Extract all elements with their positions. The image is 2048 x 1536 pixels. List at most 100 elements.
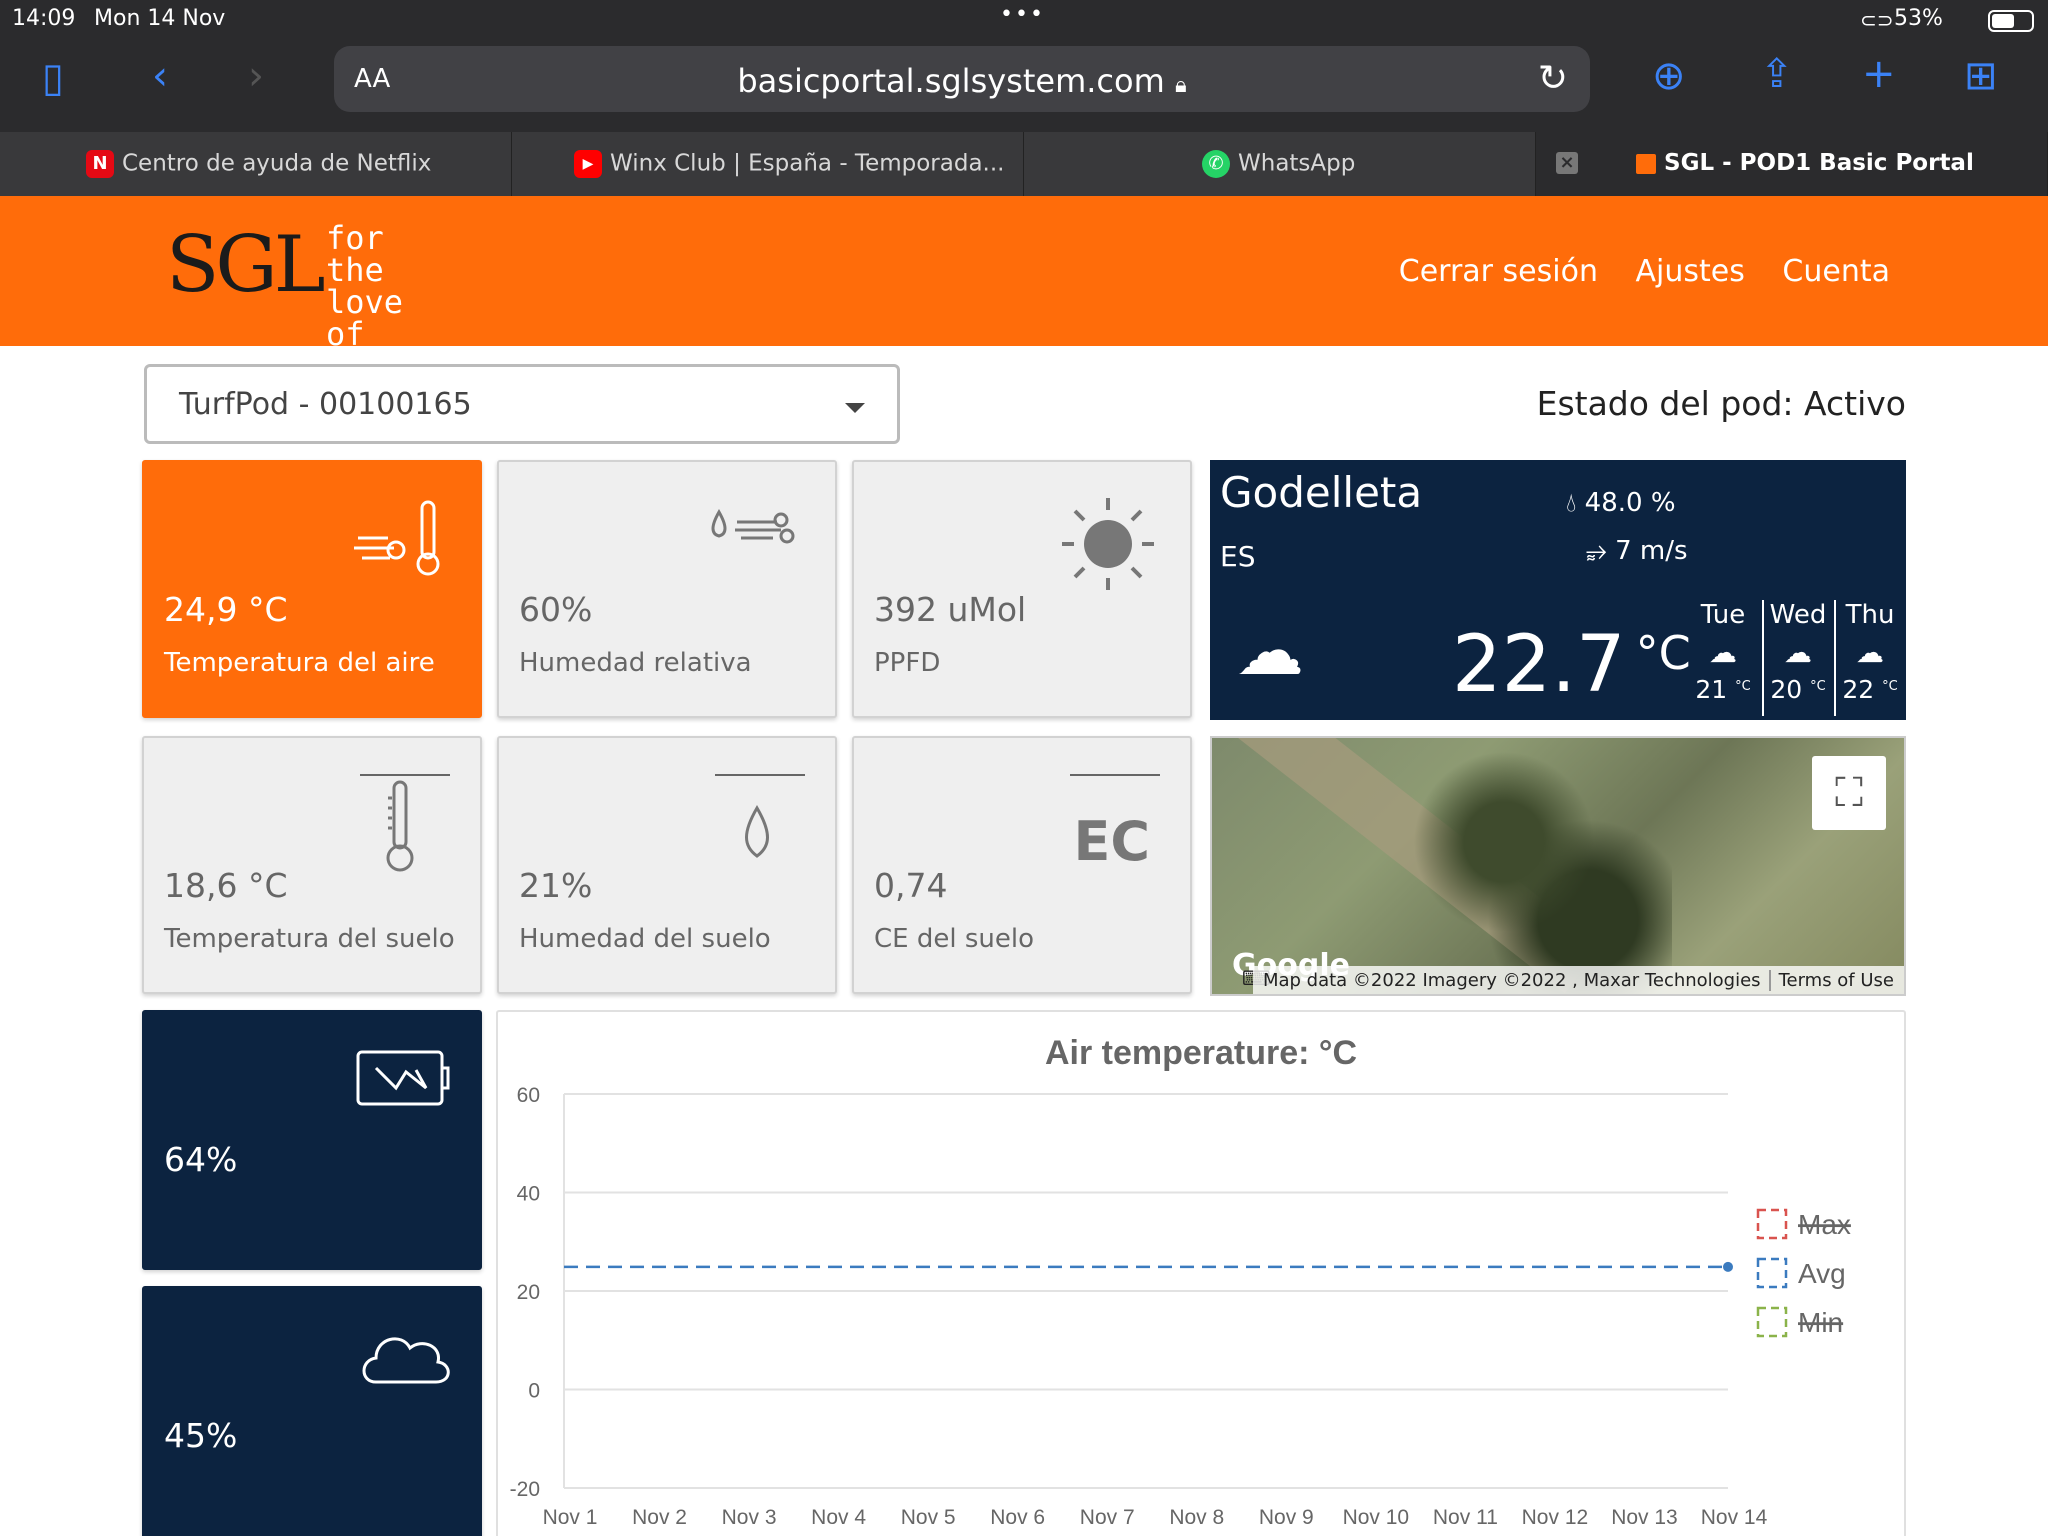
x-tick-label: Nov 4 bbox=[811, 1506, 866, 1529]
forecast-wed: Wed ☁︎ 20 °C bbox=[1762, 600, 1832, 716]
sidebar-icon[interactable]: ▯ bbox=[42, 58, 64, 98]
reload-icon[interactable]: ↻ bbox=[1538, 58, 1568, 99]
tile-ppfd[interactable]: 392 uMol PPFD bbox=[852, 460, 1192, 718]
tile-value: 21% bbox=[519, 866, 593, 905]
sgl-favicon-icon bbox=[1636, 153, 1656, 174]
y-tick-label: 0 bbox=[528, 1380, 540, 1403]
tile-soil-ec[interactable]: EC 0,74 CE del suelo bbox=[852, 736, 1192, 994]
divider bbox=[1070, 774, 1160, 776]
y-tick-label: 60 bbox=[517, 1084, 540, 1107]
tab-sgl[interactable]: × SGL - POD1 Basic Portal bbox=[1536, 132, 2048, 196]
weather-widget[interactable]: Godelleta ES 💧︎ 48.0 % ⥵ 7 m/s ☁︎ 22.7 °C… bbox=[1210, 460, 1906, 720]
weather-wind: ⥵ 7 m/s bbox=[1586, 536, 1688, 566]
logo-mark: SGL bbox=[166, 220, 326, 310]
tile-value: 45% bbox=[164, 1416, 238, 1455]
weather-humidity: 💧︎ 48.0 % bbox=[1566, 488, 1676, 518]
tile-air-temperature[interactable]: 24,9 °C Temperatura del aire bbox=[142, 460, 482, 718]
tile-value: 392 uMol bbox=[874, 590, 1027, 629]
wind-thermometer-icon bbox=[352, 498, 452, 582]
legend-swatch bbox=[1756, 1257, 1788, 1289]
legend-label: Avg bbox=[1798, 1258, 1846, 1289]
drop-icon bbox=[737, 804, 777, 868]
y-tick-label: 20 bbox=[517, 1281, 540, 1304]
tile-value: 0,74 bbox=[874, 866, 948, 905]
x-tick-label: Nov 9 bbox=[1259, 1506, 1314, 1529]
tile-cloud[interactable]: 45% bbox=[142, 1286, 482, 1536]
browser-toolbar: ▯ ‹ › AA basicportal.sglsystem.com 🔒︎ ↻ … bbox=[0, 40, 2048, 132]
divider bbox=[715, 774, 805, 776]
tile-battery[interactable]: 64% bbox=[142, 1010, 482, 1270]
tab-label: WhatsApp bbox=[1238, 150, 1356, 177]
share-icon[interactable]: ⇪ bbox=[1760, 54, 1794, 94]
map-view[interactable]: ⛶ Google ⌨ Map data ©2022 Imagery ©2022 … bbox=[1210, 736, 1906, 996]
battery-status-icon bbox=[1988, 10, 2034, 32]
header-nav: Cerrar sesión Ajustes Cuenta bbox=[1371, 254, 1890, 289]
settings-link[interactable]: Ajustes bbox=[1636, 254, 1745, 289]
map-trees bbox=[1392, 738, 1672, 994]
tile-label: Temperatura del suelo bbox=[164, 924, 455, 954]
link-icon: ⊂⊃ bbox=[1860, 8, 1894, 32]
x-tick-label: Nov 14 bbox=[1701, 1506, 1768, 1529]
y-tick-label: -20 bbox=[510, 1478, 540, 1501]
terms-link[interactable]: Terms of Use bbox=[1779, 970, 1894, 991]
forecast-thu: Thu ☁︎ 22 °C bbox=[1834, 600, 1904, 716]
site-header: SGL for the love of grass Cerrar sesión … bbox=[0, 196, 2048, 382]
cloudy-wind-icon: ☁︎ bbox=[1236, 612, 1304, 691]
tile-label: Humedad relativa bbox=[519, 648, 752, 678]
tile-value: 18,6 °C bbox=[164, 866, 288, 905]
tile-relative-humidity[interactable]: 60% Humedad relativa bbox=[497, 460, 837, 718]
cloud-icon: ☁︎ bbox=[1784, 636, 1812, 669]
caret-down-icon bbox=[845, 403, 865, 413]
forward-icon[interactable]: › bbox=[248, 56, 264, 96]
pod-select[interactable]: TurfPod - 00100165 bbox=[144, 364, 900, 444]
back-icon[interactable]: ‹ bbox=[152, 56, 168, 96]
browser-chrome: 14:09 Mon 14 Nov ••• ⊂⊃ 53% ▯ ‹ › AA bas… bbox=[0, 0, 2048, 196]
weather-temperature: 22.7 °C bbox=[1452, 620, 1691, 710]
x-tick-label: Nov 13 bbox=[1611, 1506, 1678, 1529]
tab-label: Winx Club | España - Temporada... bbox=[610, 150, 1005, 177]
sgl-logo[interactable]: SGL for the love of grass bbox=[166, 220, 422, 382]
download-icon[interactable]: ⊕ bbox=[1652, 56, 1686, 96]
x-tick-label: Nov 8 bbox=[1169, 1506, 1224, 1529]
tile-soil-humidity[interactable]: 21% Humedad del suelo bbox=[497, 736, 837, 994]
url-text: basicportal.sglsystem.com 🔒︎ bbox=[737, 62, 1187, 100]
ec-icon: EC bbox=[1073, 810, 1150, 873]
tab-netflix[interactable]: N Centro de ayuda de Netflix bbox=[0, 132, 512, 196]
legend-label: Max bbox=[1798, 1209, 1851, 1240]
tab-label: Centro de ayuda de Netflix bbox=[122, 150, 432, 177]
chart-svg: Air temperature: °C 60 40 20 0 -20Nov 1 Nov 2 N… bbox=[510, 1034, 1851, 1529]
sun-icon bbox=[1060, 496, 1156, 596]
wind-icon: ⥵ bbox=[1586, 536, 1607, 566]
x-tick-label: Nov 1 bbox=[543, 1506, 598, 1529]
tab-overview-icon[interactable]: ⊞ bbox=[1964, 56, 1998, 96]
close-tab-icon[interactable]: × bbox=[1556, 152, 1578, 174]
x-tick-label: Nov 3 bbox=[722, 1506, 777, 1529]
youtube-icon: ▶ bbox=[574, 150, 602, 178]
legend-label: Min bbox=[1798, 1307, 1843, 1338]
x-tick-label: Nov 10 bbox=[1343, 1506, 1410, 1529]
legend-swatch bbox=[1756, 1306, 1788, 1338]
x-tick-label: Nov 12 bbox=[1522, 1506, 1589, 1529]
logo-tagline: for the love of grass bbox=[326, 219, 423, 385]
address-bar[interactable]: AA basicportal.sglsystem.com 🔒︎ ↻ bbox=[334, 46, 1590, 112]
data-point bbox=[1723, 1261, 1733, 1272]
fullscreen-icon[interactable]: ⛶ bbox=[1812, 756, 1886, 830]
legend-swatch bbox=[1756, 1208, 1788, 1240]
tab-whatsapp[interactable]: ✆ WhatsApp bbox=[1024, 132, 1536, 196]
account-link[interactable]: Cuenta bbox=[1782, 254, 1890, 289]
whatsapp-icon: ✆ bbox=[1202, 150, 1230, 178]
lock-icon: 🔒︎ bbox=[1174, 73, 1187, 98]
weather-city: Godelleta bbox=[1220, 468, 1423, 517]
logout-link[interactable]: Cerrar sesión bbox=[1399, 254, 1598, 289]
tab-label: SGL - POD1 Basic Portal bbox=[1664, 150, 1974, 176]
divider bbox=[360, 774, 450, 776]
y-tick-label: 40 bbox=[517, 1183, 540, 1206]
multitask-dots-icon[interactable]: ••• bbox=[1000, 2, 1045, 27]
rain-cloud-icon: ☁︎ bbox=[1709, 636, 1737, 669]
tile-label: Humedad del suelo bbox=[519, 924, 771, 954]
new-tab-icon[interactable]: + bbox=[1862, 54, 1896, 94]
fog-cloud-icon: ☁︎ bbox=[1856, 636, 1884, 669]
tile-soil-temperature[interactable]: 18,6 °C Temperatura del suelo bbox=[142, 736, 482, 994]
tab-winx[interactable]: ▶ Winx Club | España - Temporada... bbox=[512, 132, 1024, 196]
tile-label: CE del suelo bbox=[874, 924, 1034, 954]
